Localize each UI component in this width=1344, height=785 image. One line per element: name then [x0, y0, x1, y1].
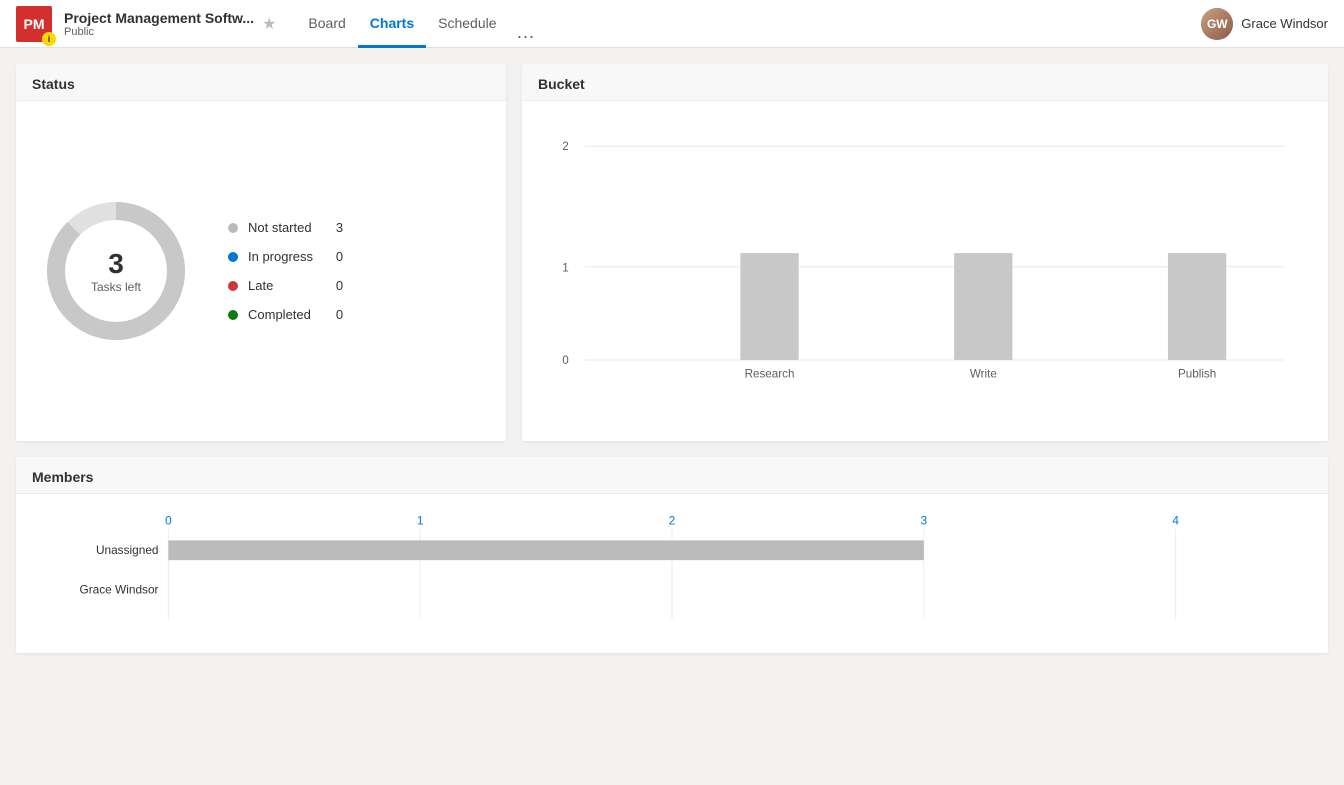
status-card: Status 3 Tasks left — [16, 64, 506, 441]
in-progress-label: In progress — [248, 249, 313, 264]
late-label: Late — [248, 278, 313, 293]
app-header: PM i Project Management Softw... Public … — [0, 0, 1344, 48]
badge-text: i — [48, 34, 51, 44]
bar-unassigned — [168, 540, 923, 560]
svg-text:Research: Research — [745, 368, 795, 381]
late-dot — [228, 281, 238, 291]
late-count: 0 — [323, 278, 343, 293]
project-name: Project Management Softw... — [64, 10, 254, 26]
logo-text: PM — [24, 16, 45, 32]
svg-text:Grace Windsor: Grace Windsor — [80, 583, 159, 597]
svg-text:2: 2 — [669, 514, 676, 528]
completed-dot — [228, 310, 238, 320]
status-title: Status — [16, 64, 506, 101]
svg-text:Unassigned: Unassigned — [96, 543, 159, 557]
legend-item-not-started: Not started 3 — [228, 220, 343, 235]
in-progress-count: 0 — [323, 249, 343, 264]
nav-charts[interactable]: Charts — [358, 1, 426, 48]
logo-badge: i — [42, 32, 56, 46]
completed-label: Completed — [248, 307, 313, 322]
svg-text:0: 0 — [562, 354, 569, 367]
svg-text:4: 4 — [1172, 514, 1179, 528]
user-profile: GW Grace Windsor — [1201, 8, 1328, 40]
donut-chart: 3 Tasks left — [36, 191, 196, 351]
members-svg: 0 1 2 3 4 Unassigned Grace Windsor — [40, 510, 1304, 630]
project-visibility: Public — [64, 26, 254, 38]
svg-text:1: 1 — [417, 514, 424, 528]
legend-item-completed: Completed 0 — [228, 307, 343, 322]
svg-text:1: 1 — [562, 262, 568, 275]
in-progress-dot — [228, 252, 238, 262]
svg-text:Write: Write — [970, 368, 997, 381]
bucket-card: Bucket 2 1 0 Research — [522, 64, 1328, 441]
members-card: Members 0 1 2 3 4 Unassigned — [16, 457, 1328, 653]
members-content: 0 1 2 3 4 Unassigned Grace Windsor — [16, 494, 1328, 653]
completed-count: 0 — [323, 307, 343, 322]
avatar-image: GW — [1201, 8, 1233, 40]
more-menu-icon[interactable]: ··· — [509, 26, 543, 47]
bucket-svg: 2 1 0 Research Write Publ — [546, 117, 1304, 397]
legend-item-in-progress: In progress 0 — [228, 249, 343, 264]
charts-row: Status 3 Tasks left — [16, 64, 1328, 441]
tasks-left-number: 3 — [91, 248, 141, 280]
donut-center: 3 Tasks left — [91, 248, 141, 294]
not-started-label: Not started — [248, 220, 313, 235]
svg-text:3: 3 — [921, 514, 928, 528]
project-logo: PM i — [16, 6, 52, 42]
nav-board[interactable]: Board — [296, 1, 357, 48]
legend-item-late: Late 0 — [228, 278, 343, 293]
bucket-title: Bucket — [522, 64, 1328, 101]
star-icon[interactable]: ★ — [262, 14, 276, 34]
members-title: Members — [16, 457, 1328, 494]
bucket-content: 2 1 0 Research Write Publ — [522, 101, 1328, 441]
main-nav: Board Charts Schedule ··· — [296, 0, 1201, 47]
bar-write — [954, 253, 1012, 360]
not-started-count: 3 — [323, 220, 343, 235]
project-info: Project Management Softw... Public — [64, 10, 254, 38]
not-started-dot — [228, 223, 238, 233]
username: Grace Windsor — [1241, 16, 1328, 31]
svg-text:Publish: Publish — [1178, 368, 1216, 381]
bar-publish — [1168, 253, 1226, 360]
svg-text:2: 2 — [562, 140, 568, 153]
status-legend: Not started 3 In progress 0 Late 0 — [228, 220, 343, 322]
status-content: 3 Tasks left Not started 3 In progress 0 — [16, 101, 506, 441]
avatar: GW — [1201, 8, 1233, 40]
bar-research — [740, 253, 798, 360]
tasks-left-label: Tasks left — [91, 280, 141, 294]
nav-schedule[interactable]: Schedule — [426, 1, 508, 48]
svg-text:0: 0 — [165, 514, 172, 528]
main-content: Status 3 Tasks left — [0, 48, 1344, 669]
